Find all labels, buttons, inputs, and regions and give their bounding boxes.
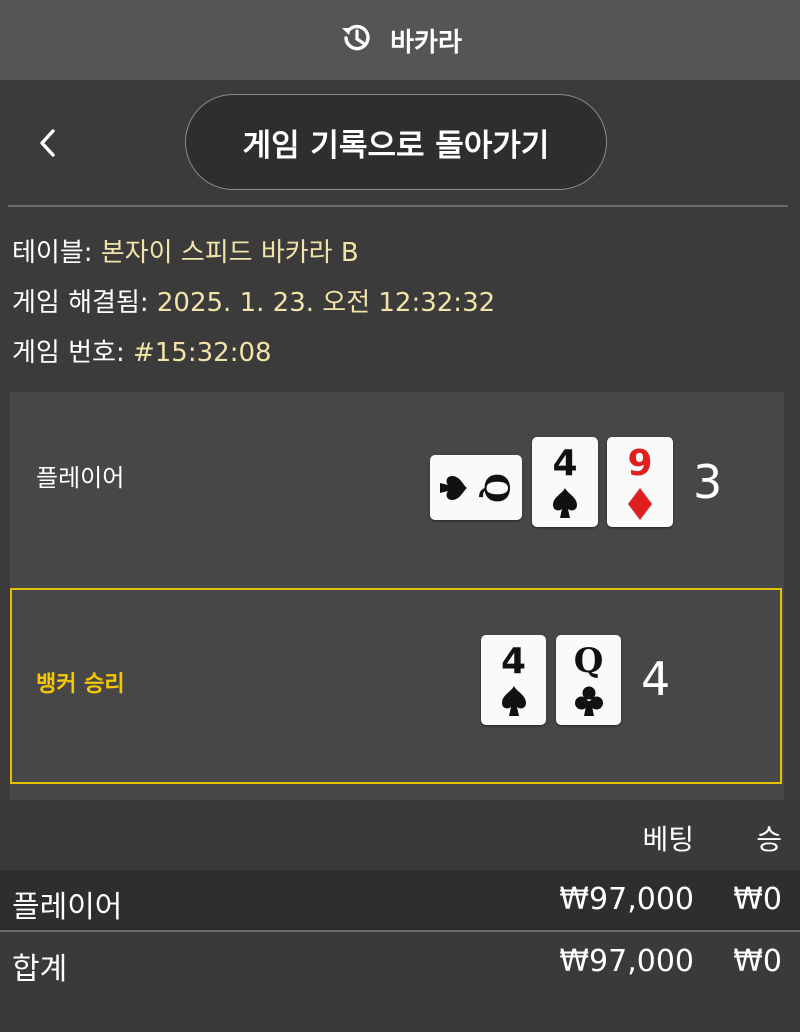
banker-card-2-rank: Q [573, 641, 604, 681]
spade-icon [481, 685, 546, 721]
total-label: 합계 [12, 952, 68, 987]
banker-score: 4 [641, 652, 671, 706]
bet-column-header: 베팅 [642, 823, 694, 856]
total-bet-amount: ₩97,000 [559, 944, 694, 979]
back-to-history-button[interactable]: 게임 기록으로 돌아가기 [185, 94, 607, 190]
game-number-value: #15:32:08 [132, 338, 272, 368]
resolved-info: 게임 해결됨: 2025. 1. 23. 오전 12:32:32 [12, 282, 495, 319]
total-win-amount: ₩0 [733, 944, 782, 979]
bet-row-label: 플레이어 [12, 890, 123, 925]
bets-header: 베팅 승 [0, 814, 800, 864]
bet-row-amount: ₩97,000 [559, 882, 694, 917]
player-card-3-rank: 9 [627, 443, 653, 484]
title-wrap: 바카라 [338, 19, 462, 61]
banker-label: 뱅커 승리 [36, 672, 125, 697]
player-card-2-rank: 4 [552, 443, 578, 484]
bet-row-win: ₩0 [733, 882, 782, 917]
game-number-label: 게임 번호: [12, 338, 125, 368]
divider [8, 205, 788, 207]
banker-card-2: Q [556, 635, 621, 725]
player-card-3: 9 [607, 437, 673, 527]
player-label: 플레이어 [36, 464, 125, 492]
player-score: 3 [693, 455, 723, 509]
table-value: 본자이 스피드 바카라 B [100, 238, 359, 268]
app-title: 바카라 [390, 27, 462, 58]
player-card-2: 4 [532, 437, 598, 527]
banker-card-1: 4 [481, 635, 546, 725]
spade-icon [532, 487, 598, 523]
table-row: 플레이어 ₩97,000 ₩0 [0, 870, 800, 930]
history-icon[interactable] [338, 19, 376, 61]
win-column-header: 승 [756, 823, 782, 856]
game-number-info: 게임 번호: #15:32:08 [12, 332, 272, 369]
table-label: 테이블: [12, 238, 93, 268]
resolved-label: 게임 해결됨: [12, 288, 149, 318]
resolved-value: 2025. 1. 23. 오전 12:32:32 [156, 288, 496, 318]
chevron-left-icon [40, 129, 55, 157]
banker-card-1-rank: 4 [500, 641, 527, 682]
table-info: 테이블: 본자이 스피드 바카라 B [12, 232, 359, 269]
club-icon [556, 685, 621, 721]
player-card-1: Q [430, 455, 522, 520]
top-bar: 바카라 [0, 0, 800, 80]
player-card-1-rank: Q [476, 473, 516, 503]
total-row: 합계 ₩97,000 ₩0 [0, 932, 800, 992]
diamond-icon [607, 487, 673, 525]
back-button[interactable] [30, 118, 64, 168]
